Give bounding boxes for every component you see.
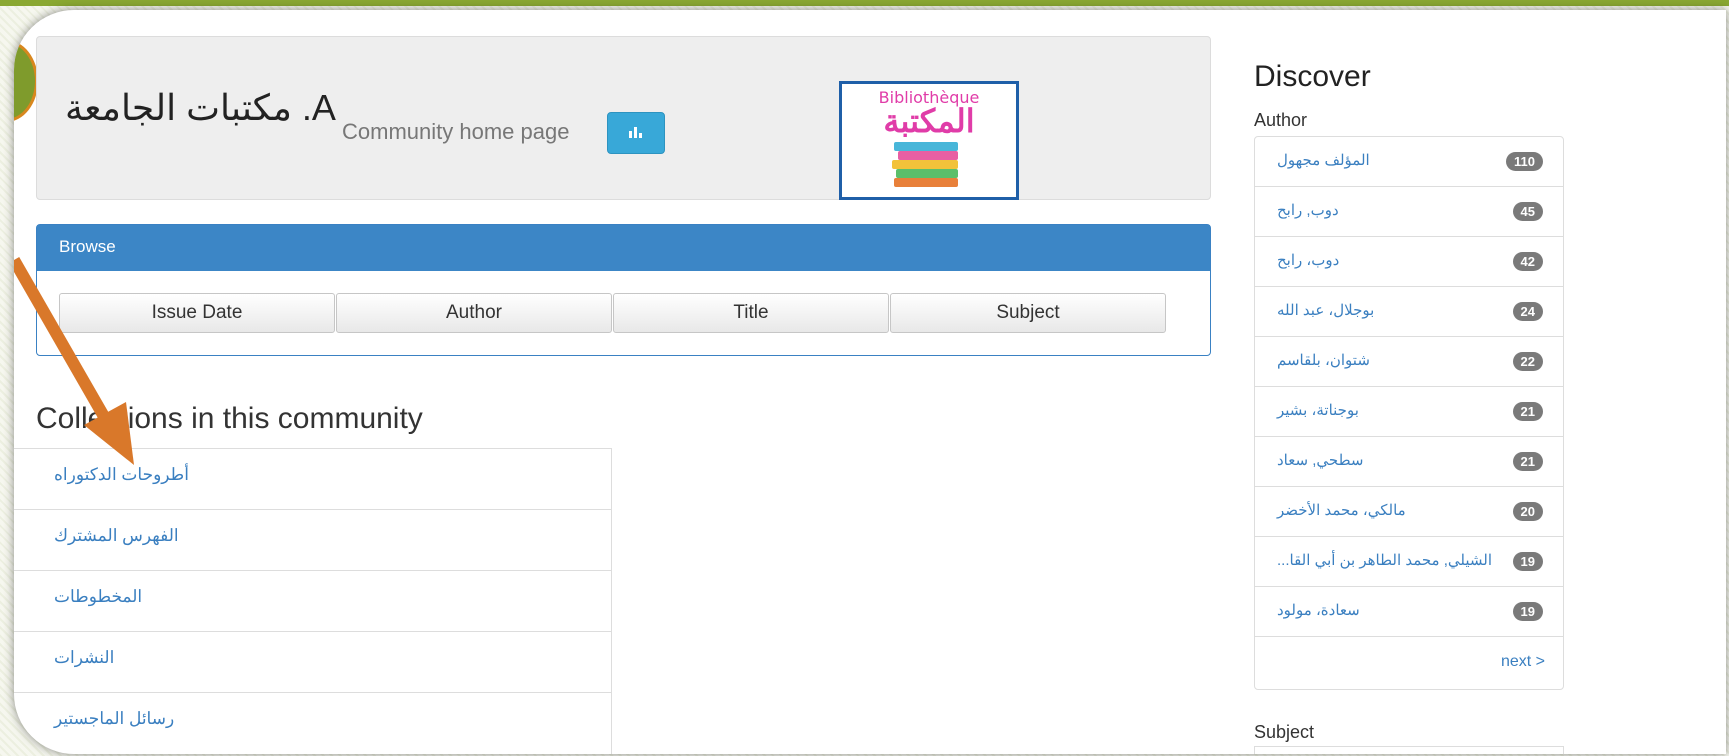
author-facet-item[interactable]: بوجلال، عبد الله 24 [1255, 287, 1563, 337]
count-badge: 24 [1512, 302, 1543, 321]
author-facet-item[interactable]: مالكي، محمد الأخضر 20 [1255, 487, 1563, 537]
author-facet-label: Author [1254, 110, 1308, 130]
author-facet-item[interactable]: المؤلف مجهول 110 [1255, 137, 1563, 187]
collection-link-union-catalog[interactable]: الفهرس المشترك [14, 510, 611, 571]
books-icon [892, 142, 958, 187]
author-facet-item[interactable]: دوب, رابح 45 [1255, 187, 1563, 237]
collection-link-manuscripts[interactable]: المخطوطات [14, 571, 611, 632]
count-badge: 21 [1512, 452, 1543, 471]
author-name: ...الشيلي, محمد الطاهر بن أبي القا [1277, 552, 1493, 569]
collection-link-masters-theses[interactable]: رسائل الماجستير [14, 693, 611, 754]
browse-heading: Browse [37, 225, 1210, 271]
author-name: بوجناتة، بشير [1277, 402, 1359, 419]
slide-bullet-circle [14, 40, 38, 122]
count-badge: 20 [1512, 502, 1543, 521]
count-badge: 19 [1512, 602, 1543, 621]
logo-title: المكتبة [883, 103, 975, 139]
count-badge: 110 [1506, 152, 1543, 171]
collection-link-bulletins[interactable]: النشرات [14, 632, 611, 693]
author-facet-list: المؤلف مجهول 110 دوب, رابح 45 دوب، رابح … [1254, 136, 1564, 690]
browse-panel: Browse Issue Date Author Title Subject [36, 224, 1211, 356]
author-name: المؤلف مجهول [1277, 152, 1370, 169]
browse-by-title-button[interactable]: Title [613, 293, 889, 333]
author-name: سعادة، مولود [1277, 602, 1360, 619]
author-facet-item[interactable]: بوجناتة، بشير 21 [1255, 387, 1563, 437]
subject-facet-list [1254, 746, 1564, 754]
facet-pagination: next > [1255, 637, 1563, 689]
browse-button-group: Issue Date Author Title Subject [59, 293, 1166, 333]
author-facet-item[interactable]: ...الشيلي, محمد الطاهر بن أبي القا 19 [1255, 537, 1563, 587]
count-badge: 45 [1512, 202, 1543, 221]
statistics-button[interactable] [607, 112, 665, 154]
author-name: سطحي, سعاد [1277, 452, 1364, 469]
library-logo: Bibliothèque المكتبة [839, 81, 1019, 200]
author-facet-item[interactable]: شتوان، بلقاسم 22 [1255, 337, 1563, 387]
author-name: مالكي، محمد الأخضر [1277, 502, 1406, 519]
author-name: دوب، رابح [1277, 252, 1340, 269]
slide-top-bar [0, 0, 1729, 6]
screenshot-card: مكتبات الجامعة .A Community home page Bi… [14, 10, 1726, 754]
page-title: مكتبات الجامعة .A [65, 87, 336, 128]
author-facet-item[interactable]: سعادة، مولود 19 [1255, 587, 1563, 637]
count-badge: 21 [1512, 402, 1543, 421]
browse-by-author-button[interactable]: Author [336, 293, 612, 333]
count-badge: 42 [1512, 252, 1543, 271]
discover-heading: Discover [1254, 60, 1371, 93]
collection-link-doctoral-theses[interactable]: أطروحات الدكتوراه [14, 449, 611, 510]
count-badge: 22 [1512, 352, 1543, 371]
bar-chart-icon [629, 127, 642, 138]
collections-list: أطروحات الدكتوراه الفهرس المشترك المخطوط… [14, 448, 612, 754]
next-link[interactable]: next > [1501, 653, 1545, 671]
community-header: مكتبات الجامعة .A Community home page Bi… [36, 36, 1211, 200]
author-facet-item[interactable]: دوب، رابح 42 [1255, 237, 1563, 287]
page-subtitle: Community home page [342, 119, 570, 144]
subject-facet-label: Subject [1254, 722, 1315, 742]
collections-heading: Collections in this community [36, 402, 423, 435]
author-facet-item[interactable]: سطحي, سعاد 21 [1255, 437, 1563, 487]
author-name: شتوان، بلقاسم [1277, 352, 1370, 369]
browse-by-subject-button[interactable]: Subject [890, 293, 1166, 333]
author-name: بوجلال، عبد الله [1277, 302, 1375, 319]
count-badge: 19 [1512, 552, 1543, 571]
author-name: دوب, رابح [1277, 202, 1339, 219]
browse-by-issue-date-button[interactable]: Issue Date [59, 293, 335, 333]
